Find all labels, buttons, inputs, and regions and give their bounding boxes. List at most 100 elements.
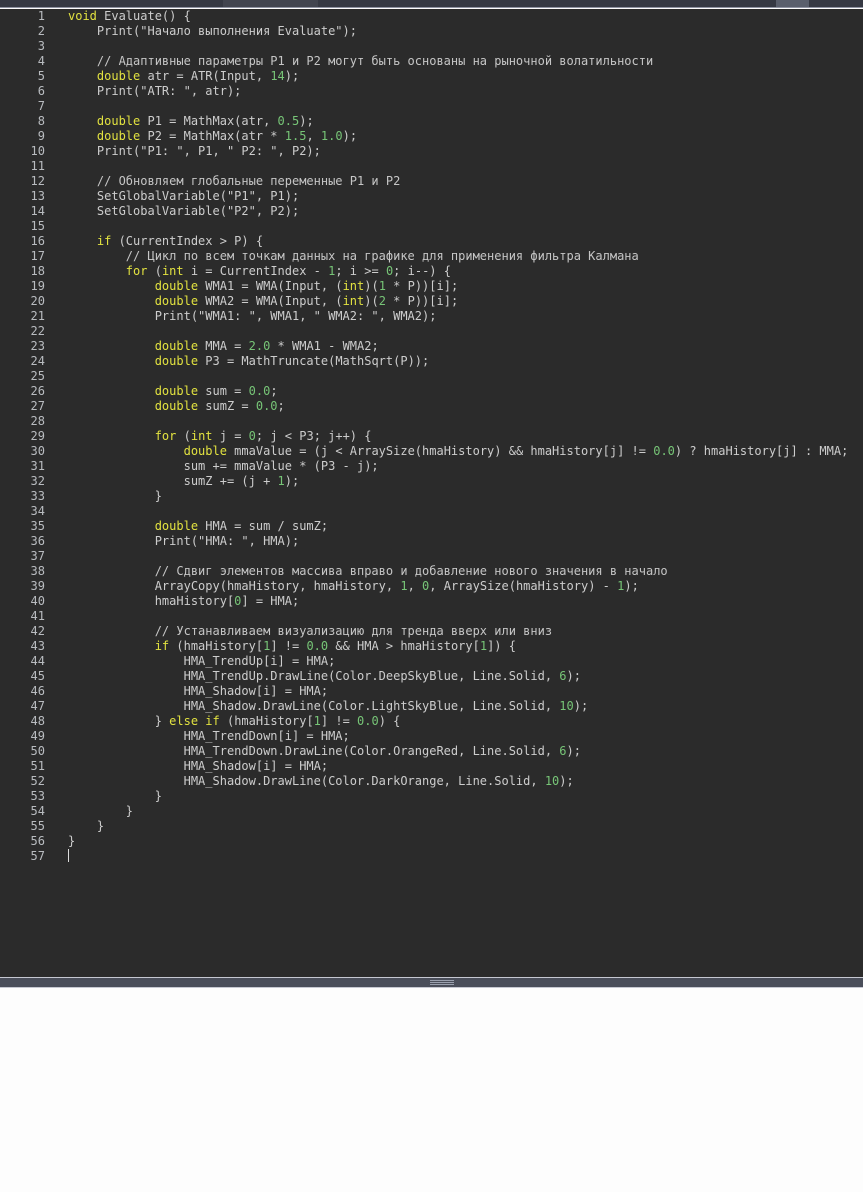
code-line: 35 double HMA = sum / sumZ; bbox=[0, 519, 863, 534]
line-number: 45 bbox=[0, 669, 45, 684]
code-line: 16 if (CurrentIndex > P) { bbox=[0, 234, 863, 249]
line-number: 29 bbox=[0, 429, 45, 444]
line-number: 27 bbox=[0, 399, 45, 414]
code-lines: 1void Evaluate() {2 Print("Начало выполн… bbox=[0, 9, 863, 864]
code-text: Print("ATR: ", atr); bbox=[68, 84, 241, 99]
code-text: HMA_Shadow[i] = HMA; bbox=[68, 759, 328, 774]
code-line: 28 bbox=[0, 414, 863, 429]
code-text: SetGlobalVariable("P2", P2); bbox=[68, 204, 299, 219]
code-text: double atr = ATR(Input, 14); bbox=[68, 69, 299, 84]
code-line: 17 // Цикл по всем точкам данных на граф… bbox=[0, 249, 863, 264]
code-text: sum += mmaValue * (P3 - j); bbox=[68, 459, 379, 474]
code-text bbox=[68, 849, 69, 864]
code-line: 22 bbox=[0, 324, 863, 339]
code-line: 52 HMA_Shadow.DrawLine(Color.DarkOrange,… bbox=[0, 774, 863, 789]
line-number: 56 bbox=[0, 834, 45, 849]
line-number: 12 bbox=[0, 174, 45, 189]
code-text: } bbox=[68, 489, 162, 504]
code-line: 14 SetGlobalVariable("P2", P2); bbox=[0, 204, 863, 219]
line-number: 24 bbox=[0, 354, 45, 369]
bottom-panel bbox=[0, 988, 863, 1192]
code-line: 41 bbox=[0, 609, 863, 624]
line-number: 30 bbox=[0, 444, 45, 459]
code-line: 33 } bbox=[0, 489, 863, 504]
line-number: 31 bbox=[0, 459, 45, 474]
code-text: // Адаптивные параметры P1 и P2 могут бы… bbox=[68, 54, 653, 69]
code-line: 43 if (hmaHistory[1] != 0.0 && HMA > hma… bbox=[0, 639, 863, 654]
line-number: 46 bbox=[0, 684, 45, 699]
code-line: 20 double WMA2 = WMA(Input, (int)(2 * P)… bbox=[0, 294, 863, 309]
code-line: 24 double P3 = MathTruncate(MathSqrt(P))… bbox=[0, 354, 863, 369]
line-number: 15 bbox=[0, 219, 45, 234]
code-line: 54 } bbox=[0, 804, 863, 819]
code-line: 48 } else if (hmaHistory[1] != 0.0) { bbox=[0, 714, 863, 729]
line-number: 2 bbox=[0, 24, 45, 39]
line-number: 21 bbox=[0, 309, 45, 324]
code-text: SetGlobalVariable("P1", P1); bbox=[68, 189, 299, 204]
line-number: 33 bbox=[0, 489, 45, 504]
line-number: 49 bbox=[0, 729, 45, 744]
code-text: HMA_TrendUp[i] = HMA; bbox=[68, 654, 335, 669]
line-number: 34 bbox=[0, 504, 45, 519]
code-line: 56} bbox=[0, 834, 863, 849]
line-number: 42 bbox=[0, 624, 45, 639]
line-number: 36 bbox=[0, 534, 45, 549]
line-number: 26 bbox=[0, 384, 45, 399]
code-text: HMA_Shadow[i] = HMA; bbox=[68, 684, 328, 699]
line-number: 43 bbox=[0, 639, 45, 654]
code-line: 47 HMA_Shadow.DrawLine(Color.LightSkyBlu… bbox=[0, 699, 863, 714]
code-text: Print("Начало выполнения Evaluate"); bbox=[68, 24, 357, 39]
line-number: 38 bbox=[0, 564, 45, 579]
code-text: } bbox=[68, 789, 162, 804]
code-line: 18 for (int i = CurrentIndex - 1; i >= 0… bbox=[0, 264, 863, 279]
code-line: 12 // Обновляем глобальные переменные P1… bbox=[0, 174, 863, 189]
line-number: 14 bbox=[0, 204, 45, 219]
code-text: double WMA1 = WMA(Input, (int)(1 * P))[i… bbox=[68, 279, 458, 294]
code-line: 42 // Устанавливаем визуализацию для тре… bbox=[0, 624, 863, 639]
code-line: 46 HMA_Shadow[i] = HMA; bbox=[0, 684, 863, 699]
code-line: 39 ArrayCopy(hmaHistory, hmaHistory, 1, … bbox=[0, 579, 863, 594]
code-text: Print("WMA1: ", WMA1, " WMA2: ", WMA2); bbox=[68, 309, 436, 324]
line-number: 40 bbox=[0, 594, 45, 609]
line-number: 53 bbox=[0, 789, 45, 804]
line-number: 4 bbox=[0, 54, 45, 69]
code-text: for (int j = 0; j < P3; j++) { bbox=[68, 429, 371, 444]
code-line: 8 double P1 = MathMax(atr, 0.5); bbox=[0, 114, 863, 129]
code-line: 13 SetGlobalVariable("P1", P1); bbox=[0, 189, 863, 204]
code-text: } bbox=[68, 804, 133, 819]
code-line: 1void Evaluate() { bbox=[0, 9, 863, 24]
code-line: 29 for (int j = 0; j < P3; j++) { bbox=[0, 429, 863, 444]
toolbar-segment bbox=[223, 0, 318, 7]
line-number: 9 bbox=[0, 129, 45, 144]
line-number: 5 bbox=[0, 69, 45, 84]
line-number: 18 bbox=[0, 264, 45, 279]
code-text: hmaHistory[0] = HMA; bbox=[68, 594, 299, 609]
code-text: HMA_TrendDown[i] = HMA; bbox=[68, 729, 350, 744]
line-number: 16 bbox=[0, 234, 45, 249]
code-line: 30 double mmaValue = (j < ArraySize(hmaH… bbox=[0, 444, 863, 459]
line-number: 52 bbox=[0, 774, 45, 789]
line-number: 17 bbox=[0, 249, 45, 264]
line-number: 10 bbox=[0, 144, 45, 159]
code-editor[interactable]: 1void Evaluate() {2 Print("Начало выполн… bbox=[0, 9, 863, 977]
code-line: 40 hmaHistory[0] = HMA; bbox=[0, 594, 863, 609]
code-text: ArrayCopy(hmaHistory, hmaHistory, 1, 0, … bbox=[68, 579, 639, 594]
line-number: 41 bbox=[0, 609, 45, 624]
line-number: 13 bbox=[0, 189, 45, 204]
code-line: 57 bbox=[0, 849, 863, 864]
compile-button[interactable] bbox=[776, 0, 809, 7]
code-line: 4 // Адаптивные параметры P1 и P2 могут … bbox=[0, 54, 863, 69]
line-number: 51 bbox=[0, 759, 45, 774]
code-line: 44 HMA_TrendUp[i] = HMA; bbox=[0, 654, 863, 669]
splitter-handle[interactable] bbox=[0, 977, 863, 988]
code-text: HMA_TrendUp.DrawLine(Color.DeepSkyBlue, … bbox=[68, 669, 581, 684]
line-number: 3 bbox=[0, 39, 45, 54]
code-line: 15 bbox=[0, 219, 863, 234]
line-number: 44 bbox=[0, 654, 45, 669]
ide-window: Компилировать 1void Evaluate() {2 Print(… bbox=[0, 0, 863, 1192]
code-line: 11 bbox=[0, 159, 863, 174]
code-line: 37 bbox=[0, 549, 863, 564]
line-number: 1 bbox=[0, 9, 45, 24]
code-line: 53 } bbox=[0, 789, 863, 804]
splitter-grip-icon bbox=[430, 980, 454, 985]
